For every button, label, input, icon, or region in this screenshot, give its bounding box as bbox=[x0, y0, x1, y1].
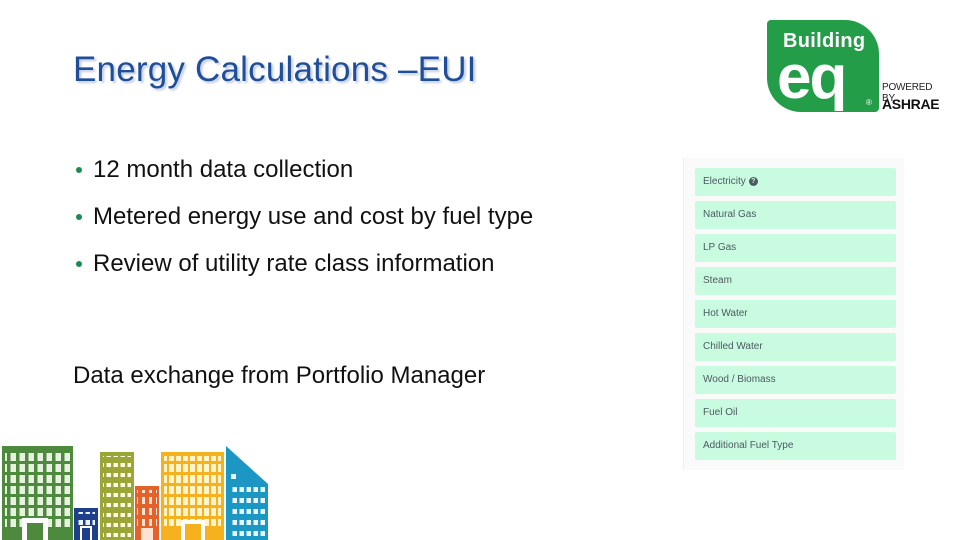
building-green bbox=[2, 446, 73, 540]
fuel-item-additional[interactable]: Additional Fuel Type bbox=[695, 432, 896, 460]
logo-badge: Building eQ ® bbox=[767, 20, 879, 112]
building-orange bbox=[135, 486, 159, 540]
bullet-icon bbox=[76, 260, 82, 267]
fuel-item-steam[interactable]: Steam bbox=[695, 267, 896, 295]
building-yellow bbox=[161, 452, 224, 540]
fuel-item-lp-gas[interactable]: LP Gas bbox=[695, 234, 896, 262]
bullet-icon bbox=[76, 213, 82, 220]
bullet-item: Review of utility rate class information bbox=[73, 240, 533, 287]
bullet-item: Metered energy use and cost by fuel type bbox=[73, 193, 533, 240]
data-exchange-text: Data exchange from Portfolio Manager bbox=[73, 362, 486, 389]
city-skyline-illustration bbox=[2, 446, 268, 540]
slide-title: Energy Calculations –EUI bbox=[73, 50, 477, 89]
fuel-item-wood-biomass[interactable]: Wood / Biomass bbox=[695, 366, 896, 394]
bullet-icon bbox=[76, 166, 82, 173]
building-olive bbox=[100, 452, 134, 540]
fuel-item-hot-water[interactable]: Hot Water bbox=[695, 300, 896, 328]
fuel-type-panel: Electricity? Natural Gas LP Gas Steam Ho… bbox=[683, 158, 904, 470]
registered-mark: ® bbox=[866, 98, 872, 107]
fuel-item-natural-gas[interactable]: Natural Gas bbox=[695, 201, 896, 229]
building-eq-logo: Building eQ ® POWERED BY ASHRAE bbox=[767, 20, 940, 115]
logo-ashrae: ASHRAE bbox=[882, 96, 940, 112]
building-navy bbox=[74, 508, 98, 540]
building-blue bbox=[226, 446, 268, 540]
fuel-item-fuel-oil[interactable]: Fuel Oil bbox=[695, 399, 896, 427]
fuel-item-chilled-water[interactable]: Chilled Water bbox=[695, 333, 896, 361]
logo-word-eq: eQ bbox=[777, 43, 847, 112]
fuel-item-electricity[interactable]: Electricity? bbox=[695, 168, 896, 196]
help-icon[interactable]: ? bbox=[748, 176, 758, 186]
bullet-item: 12 month data collection bbox=[73, 146, 533, 193]
bullet-list: 12 month data collection Metered energy … bbox=[73, 146, 533, 287]
